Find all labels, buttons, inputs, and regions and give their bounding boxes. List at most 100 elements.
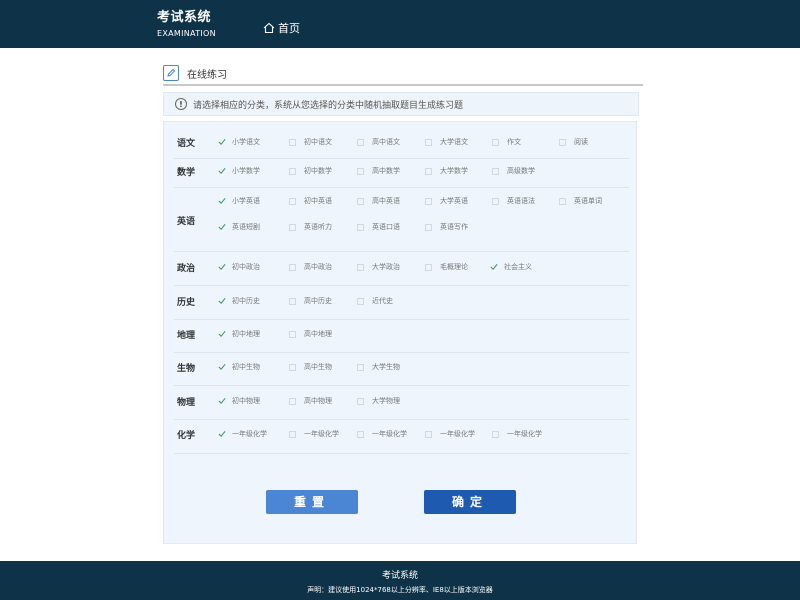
category-checkbox[interactable]: 高中历史	[287, 296, 332, 306]
category-label: 近代史	[372, 297, 393, 305]
checkmark-icon	[218, 197, 226, 205]
subject-name: 英语	[177, 217, 196, 227]
unchecked-box-icon	[425, 430, 432, 438]
category-checkbox[interactable]: 初中历史	[218, 296, 260, 306]
category-label: 初中物理	[232, 397, 260, 405]
checkmark-icon	[218, 430, 226, 438]
unchecked-box-icon	[425, 138, 432, 146]
category-checkbox[interactable]: 大学数学	[423, 166, 468, 176]
unchecked-box-icon	[289, 263, 296, 271]
subject-name: 物理	[177, 398, 196, 408]
unchecked-box-icon	[289, 397, 296, 405]
category-checkbox[interactable]: 初中物理	[218, 396, 260, 406]
category-checkbox[interactable]: 一年级化学	[355, 429, 407, 439]
category-checkbox[interactable]: 英语写作	[423, 222, 468, 232]
category-checkbox[interactable]: 高中地理	[287, 329, 332, 339]
unchecked-box-icon	[289, 363, 296, 371]
category-checkbox[interactable]: 高中英语	[355, 196, 400, 206]
category-checkbox[interactable]: 英语口语	[355, 222, 400, 232]
category-checkbox[interactable]: 初中地理	[218, 329, 260, 339]
subject-row: 历史 初中历史 高中历史 近代史	[174, 287, 629, 320]
home-icon	[263, 22, 275, 34]
category-label: 高中数学	[372, 167, 400, 175]
unchecked-box-icon	[357, 297, 364, 305]
checkmark-icon	[218, 223, 226, 231]
unchecked-box-icon	[357, 397, 364, 405]
category-checkbox[interactable]: 一年级化学	[218, 429, 267, 439]
subject-row: 生物 初中生物 高中生物 大学生物	[174, 353, 629, 386]
unchecked-box-icon	[425, 167, 432, 175]
category-checkbox[interactable]: 小学英语	[218, 196, 260, 206]
category-checkbox[interactable]: 一年级化学	[287, 429, 339, 439]
category-label: 大学物理	[372, 397, 400, 405]
category-checkbox[interactable]: 初中数学	[287, 166, 332, 176]
subject-row: 政治 初中政治 高中政治 大学政治 毛概理论 社会主义	[174, 253, 629, 286]
category-checkbox[interactable]: 初中政治	[218, 262, 260, 272]
category-checkbox[interactable]: 一年级化学	[423, 429, 475, 439]
category-checkbox[interactable]: 大学政治	[355, 262, 400, 272]
category-checkbox[interactable]: 初中生物	[218, 362, 260, 372]
category-checkbox[interactable]: 高中生物	[287, 362, 332, 372]
category-label: 毛概理论	[440, 263, 468, 271]
subject-row: 物理 初中物理 高中物理 大学物理	[174, 387, 629, 420]
subject-name: 地理	[177, 331, 196, 341]
category-label: 高中语文	[372, 138, 400, 146]
category-label: 初中历史	[232, 297, 260, 305]
top-nav-bar: 考试系统 EXAMINATION 首页	[0, 0, 800, 48]
unchecked-box-icon	[289, 197, 296, 205]
category-checkbox[interactable]: 高级数学	[490, 166, 535, 176]
category-checkbox[interactable]: 小学语文	[218, 137, 260, 147]
unchecked-box-icon	[357, 263, 364, 271]
category-checkbox[interactable]: 社会主义	[490, 262, 532, 272]
checkmark-icon	[218, 297, 226, 305]
category-checkbox[interactable]: 英语语法	[490, 196, 535, 206]
category-checkbox[interactable]: 高中物理	[287, 396, 332, 406]
page-footer: 考试系统 声明：建议使用1024*768以上分辨率、IE8以上版本浏览器	[0, 561, 800, 600]
category-checkbox[interactable]: 毛概理论	[423, 262, 468, 272]
category-checkbox[interactable]: 小学数学	[218, 166, 260, 176]
unchecked-box-icon	[289, 330, 296, 338]
category-checkbox[interactable]: 一年级化学	[490, 429, 542, 439]
category-checkbox[interactable]: 英语单词	[557, 196, 602, 206]
category-label: 作文	[507, 138, 521, 146]
category-label: 初中地理	[232, 330, 260, 338]
footer-notice: 声明：建议使用1024*768以上分辨率、IE8以上版本浏览器	[307, 586, 493, 594]
category-checkbox[interactable]: 阅读	[557, 137, 588, 147]
subject-row: 地理 初中地理 高中地理	[174, 320, 629, 353]
category-checkbox[interactable]: 初中语文	[287, 137, 332, 147]
category-label: 英语单词	[574, 197, 602, 205]
checkmark-icon	[218, 363, 226, 371]
brand-subtitle: EXAMINATION	[157, 29, 216, 38]
category-checkbox[interactable]: 大学英语	[423, 196, 468, 206]
category-checkbox[interactable]: 初中英语	[287, 196, 332, 206]
category-label: 英语口语	[372, 223, 400, 231]
checkmark-icon	[218, 263, 226, 271]
nav-home-label: 首页	[278, 22, 300, 35]
confirm-button[interactable]: 确定	[424, 490, 516, 514]
category-checkbox[interactable]: 大学生物	[355, 362, 400, 372]
category-checkbox[interactable]: 大学语文	[423, 137, 468, 147]
category-label: 初中生物	[232, 363, 260, 371]
category-checkbox[interactable]: 高中数学	[355, 166, 400, 176]
subject-name: 历史	[177, 298, 196, 308]
unchecked-box-icon	[357, 363, 364, 371]
category-checkbox[interactable]: 大学物理	[355, 396, 400, 406]
category-label: 英语语法	[507, 197, 535, 205]
category-checkbox[interactable]: 高中语文	[355, 137, 400, 147]
unchecked-box-icon	[289, 430, 296, 438]
subject-row: 数学 小学数学 初中数学 高中数学 大学数学 高级数学	[174, 159, 629, 188]
category-checkbox[interactable]: 英语短剧	[218, 222, 260, 232]
category-checkbox[interactable]: 作文	[490, 137, 521, 147]
category-checkbox[interactable]: 高中政治	[287, 262, 332, 272]
checkmark-icon	[218, 167, 226, 175]
reset-button[interactable]: 重置	[266, 490, 358, 514]
brand-logo[interactable]: 考试系统 EXAMINATION	[157, 10, 216, 40]
nav-home-link[interactable]: 首页	[263, 20, 300, 36]
category-checkbox[interactable]: 近代史	[355, 296, 393, 306]
unchecked-box-icon	[289, 297, 296, 305]
checkmark-icon	[218, 138, 226, 146]
category-checkbox[interactable]: 英语听力	[287, 222, 332, 232]
subject-name: 语文	[177, 139, 196, 149]
category-label: 高级数学	[507, 167, 535, 175]
unchecked-box-icon	[357, 430, 364, 438]
